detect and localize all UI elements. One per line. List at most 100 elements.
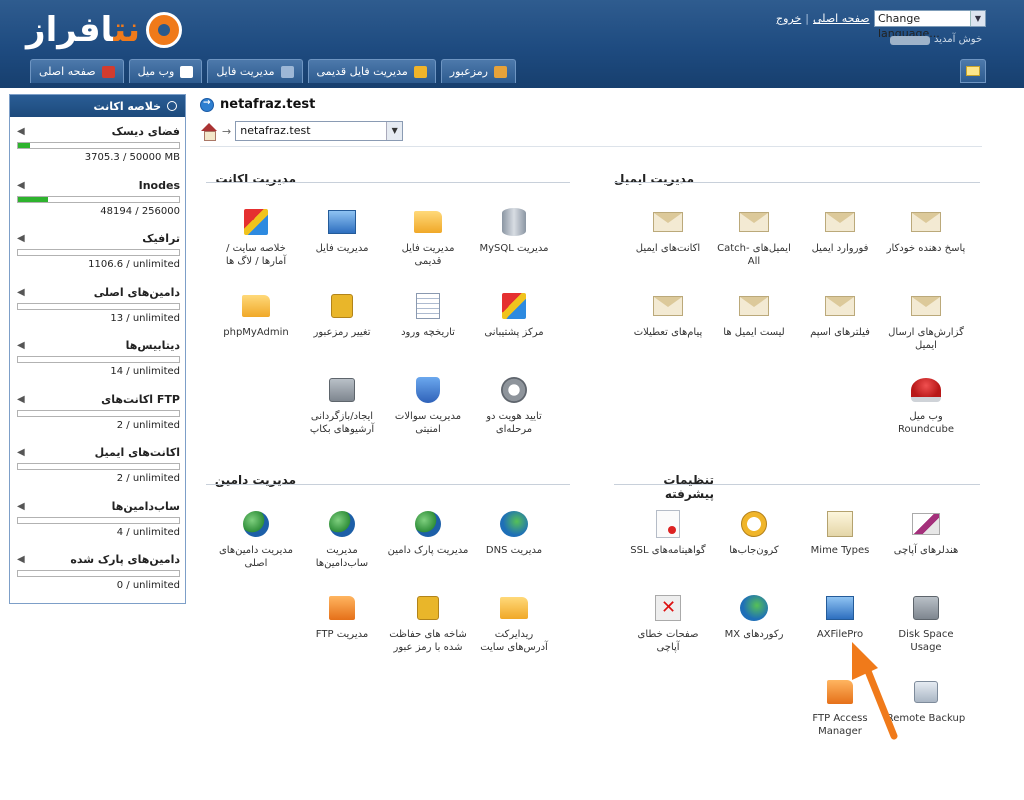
item-label: مدیریت فایل قدیمی bbox=[401, 243, 455, 267]
domain-section-line bbox=[206, 484, 570, 485]
item-label: شاخه های حفاظت شده با رمز عبور bbox=[389, 629, 467, 653]
email-item[interactable]: پاسخ دهنده خودکار bbox=[885, 206, 967, 255]
stat-label-row: ◀ فضای دیسک bbox=[17, 125, 180, 138]
tab-file-manager[interactable]: مدیریت فایل bbox=[207, 59, 303, 83]
messages-button[interactable] bbox=[960, 59, 986, 83]
domain-item[interactable]: شاخه های حفاظت شده با رمز عبور bbox=[387, 592, 469, 654]
advanced-item[interactable]: Mime Types bbox=[799, 508, 881, 557]
header-bar: نتافراز صفحه اصلی | خروج Change language… bbox=[0, 0, 1024, 88]
advanced-item[interactable]: صفحات خطای آپاچی bbox=[627, 592, 709, 654]
email-item[interactable]: اکانت‌های ایمیل bbox=[627, 206, 709, 255]
apache-handler-icon bbox=[910, 508, 942, 540]
item-label: مرکز پشتیبانی bbox=[484, 327, 544, 338]
support-icon bbox=[498, 290, 530, 322]
stat-label-row: ◀ Inodes bbox=[17, 179, 180, 192]
advanced-item[interactable]: هندلرهای آپاچی bbox=[885, 508, 967, 557]
domain-icon bbox=[240, 508, 272, 540]
stat-label: دامین‌های اصلی bbox=[93, 286, 180, 299]
item-label: فیلترهای اسپم bbox=[810, 327, 870, 338]
usage-bar bbox=[17, 142, 180, 149]
item-label: FTP Access Manager bbox=[812, 713, 868, 737]
advanced-item[interactable]: رکوردهای MX bbox=[713, 592, 795, 641]
welcome-label: خوش آمدید bbox=[934, 34, 983, 45]
dns-icon bbox=[498, 508, 530, 540]
breadcrumb: → netafraz.test ▼ bbox=[200, 121, 404, 141]
stat-label: ساب‌دامین‌ها bbox=[111, 500, 180, 513]
remote-backup-icon bbox=[910, 676, 942, 708]
item-label: AXFilePro bbox=[816, 629, 864, 640]
logo-text-a: نت bbox=[113, 10, 141, 50]
tab-home[interactable]: صفحه اصلی bbox=[30, 59, 124, 83]
stats-icon bbox=[240, 206, 272, 238]
files-icon bbox=[280, 65, 294, 78]
advanced-item[interactable]: FTP Access Manager bbox=[799, 676, 881, 738]
stat-item: ◀ Inodes 48194 / 256000 bbox=[17, 179, 180, 217]
page-title: netafraz.test bbox=[200, 97, 315, 112]
account-item[interactable]: مدیریت سوالات امنیتی bbox=[387, 374, 469, 436]
collapse-icon[interactable] bbox=[167, 101, 177, 111]
item-label: هندلرهای آپاچی bbox=[893, 545, 959, 556]
home-link[interactable]: صفحه اصلی bbox=[813, 12, 870, 25]
account-item[interactable]: مدیریت فایل قدیمی bbox=[387, 206, 469, 268]
account-item[interactable]: تایید هویت دو مرحله‌ای bbox=[473, 374, 555, 436]
vacation-icon bbox=[652, 290, 684, 322]
domain-item[interactable]: مدیریت ساب‌دامین‌ها bbox=[301, 508, 383, 570]
folder-icon bbox=[413, 65, 427, 78]
domain-item[interactable]: مدیریت FTP bbox=[301, 592, 383, 641]
stat-label: دامین‌های پارک شده bbox=[70, 553, 180, 566]
item-label: phpMyAdmin bbox=[223, 327, 289, 338]
email-item[interactable]: وب میل Roundcube bbox=[885, 374, 967, 436]
subdomain-icon bbox=[326, 508, 358, 540]
account-summary-sidebar: خلاصه اکانت ◀ فضای دیسک 3705.3 / 50000 MB ◀… bbox=[9, 94, 186, 604]
tab-password[interactable]: رمزعبور bbox=[440, 59, 516, 83]
home-icon[interactable] bbox=[200, 122, 218, 141]
account-item[interactable]: خلاصه سایت / آمارها / لاگ ها bbox=[215, 206, 297, 268]
account-item[interactable]: مدیریت MySQL bbox=[473, 206, 555, 255]
advanced-item[interactable]: گواهینامه‌های SSL bbox=[627, 508, 709, 557]
stat-value: 1106.6 / unlimited bbox=[88, 259, 180, 270]
advanced-item[interactable]: Disk Space Usage bbox=[885, 592, 967, 654]
triangle-icon: ◀ bbox=[17, 233, 25, 244]
domain-item[interactable]: مدیریت DNS bbox=[473, 508, 555, 557]
item-label: پیام‌های تعطیلات bbox=[633, 327, 703, 338]
account-item[interactable]: مدیریت فایل bbox=[301, 206, 383, 255]
domain-item[interactable]: ریدایرکت آدرس‌های سایت bbox=[473, 592, 555, 654]
tab-old-file-manager[interactable]: مدیریت فایل قدیمی bbox=[307, 59, 436, 83]
domain-item[interactable]: مدیریت دامین‌های اصلی bbox=[215, 508, 297, 570]
tab-file-manager-label: مدیریت فایل bbox=[216, 65, 275, 78]
account-item[interactable]: مرکز پشتیبانی bbox=[473, 290, 555, 339]
account-item[interactable]: تاریخچه ورود bbox=[387, 290, 469, 339]
email-item[interactable]: فیلترهای اسپم bbox=[799, 290, 881, 339]
account-item[interactable]: phpMyAdmin bbox=[215, 290, 297, 339]
email-item[interactable]: گزارش‌های ارسال ایمیل bbox=[885, 290, 967, 352]
chevron-down-icon[interactable]: ▼ bbox=[386, 122, 403, 140]
advanced-item[interactable]: کرون‌جاب‌ها bbox=[713, 508, 795, 557]
stat-value: 0 / unlimited bbox=[116, 580, 180, 591]
welcome-text: خوش آمدید bbox=[890, 34, 982, 45]
advanced-item[interactable]: Remote Backup bbox=[885, 676, 967, 725]
item-label: مدیریت ساب‌دامین‌ها bbox=[315, 545, 369, 569]
domain-select[interactable]: netafraz.test ▼ bbox=[235, 121, 404, 141]
email-item[interactable]: پیام‌های تعطیلات bbox=[627, 290, 709, 339]
catch-all-icon bbox=[738, 206, 770, 238]
item-label: مدیریت MySQL bbox=[479, 243, 549, 254]
mime-icon bbox=[824, 508, 856, 540]
account-item[interactable]: تغییر رمزعبور bbox=[301, 290, 383, 339]
username-redacted bbox=[890, 36, 930, 45]
tab-webmail[interactable]: وب میل bbox=[128, 59, 203, 83]
cron-icon bbox=[738, 508, 770, 540]
stat-label: اکانت‌های FTP bbox=[101, 393, 180, 406]
chevron-down-icon[interactable]: ▼ bbox=[970, 11, 985, 26]
email-item[interactable]: ایمیل‌های Catch-All bbox=[713, 206, 795, 268]
advanced-item[interactable]: AXFilePro bbox=[799, 592, 881, 641]
email-item[interactable]: لیست ایمیل ها bbox=[713, 290, 795, 339]
language-select[interactable]: Change language... ▼ bbox=[874, 10, 986, 40]
email-item[interactable]: فوروارد ایمیل bbox=[799, 206, 881, 255]
account-item[interactable]: ایجاد/بازگردانی آرشیوهای بکاپ bbox=[301, 374, 383, 436]
domain-item[interactable]: مدیریت پارک دامین bbox=[387, 508, 469, 557]
account-section-title: مدیریت اکانت bbox=[215, 172, 296, 186]
disk-icon bbox=[910, 592, 942, 624]
protected-dir-icon bbox=[412, 592, 444, 624]
logout-link[interactable]: خروج bbox=[776, 12, 801, 25]
stat-item: ◀ دامین‌های پارک شده 0 / unlimited bbox=[17, 553, 180, 591]
